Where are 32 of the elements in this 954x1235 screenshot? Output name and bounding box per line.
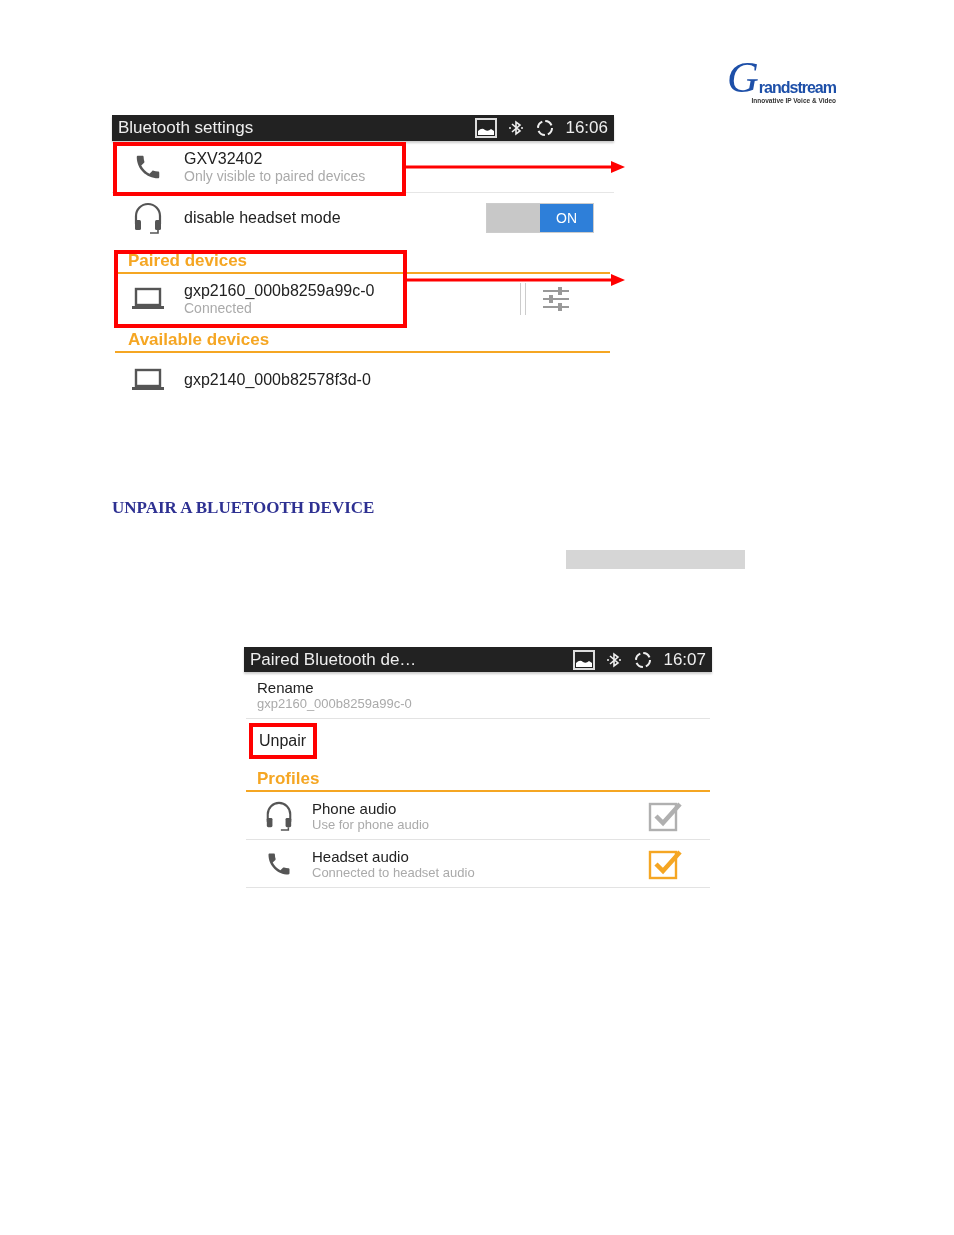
toggle-switch[interactable]: ON: [486, 203, 594, 233]
visibility-status: Only visible to paired devices: [184, 168, 366, 184]
picture-icon: [573, 649, 596, 670]
profile-description: Use for phone audio: [312, 816, 430, 832]
connection-status: Connected: [184, 300, 253, 316]
bluetooth-icon: [605, 650, 624, 669]
device-name[interactable]: gxp2160_000b8259a99c-0: [184, 282, 375, 300]
section-heading: UNPAIR A BLUETOOTH DEVICE: [112, 499, 376, 516]
device-name: GXV32402: [184, 150, 264, 168]
setting-label: disable headset mode: [184, 209, 341, 227]
screen-title: Paired Bluetooth de…: [250, 649, 417, 670]
device-name[interactable]: gxp2140_000b82578f3d-0: [184, 371, 371, 389]
headset-icon: [132, 200, 164, 236]
section-header: Profiles: [246, 769, 710, 792]
unpair-option[interactable]: Unpair: [249, 723, 318, 759]
laptop-icon: [131, 287, 165, 311]
picture-icon: [475, 118, 498, 138]
sync-icon: [633, 649, 654, 670]
clock-time: 16:06: [565, 118, 608, 138]
screen-title: Bluetooth settings: [118, 118, 254, 138]
profile-name: Phone audio: [312, 799, 398, 817]
device-name: gxp2160_000b8259a99c-0: [257, 696, 413, 711]
profile-description: Connected to headset audio: [312, 864, 475, 880]
bluetooth-icon: [507, 119, 526, 137]
laptop-icon: [131, 368, 165, 392]
settings-sliders-icon[interactable]: [542, 286, 570, 312]
section-header: Available devices: [115, 330, 610, 353]
rename-option[interactable]: Rename: [257, 679, 710, 696]
clock-time: 16:07: [663, 649, 706, 670]
sync-icon: [535, 118, 556, 138]
profile-name: Headset audio: [312, 847, 410, 865]
section-header: Paired devices: [115, 251, 610, 274]
